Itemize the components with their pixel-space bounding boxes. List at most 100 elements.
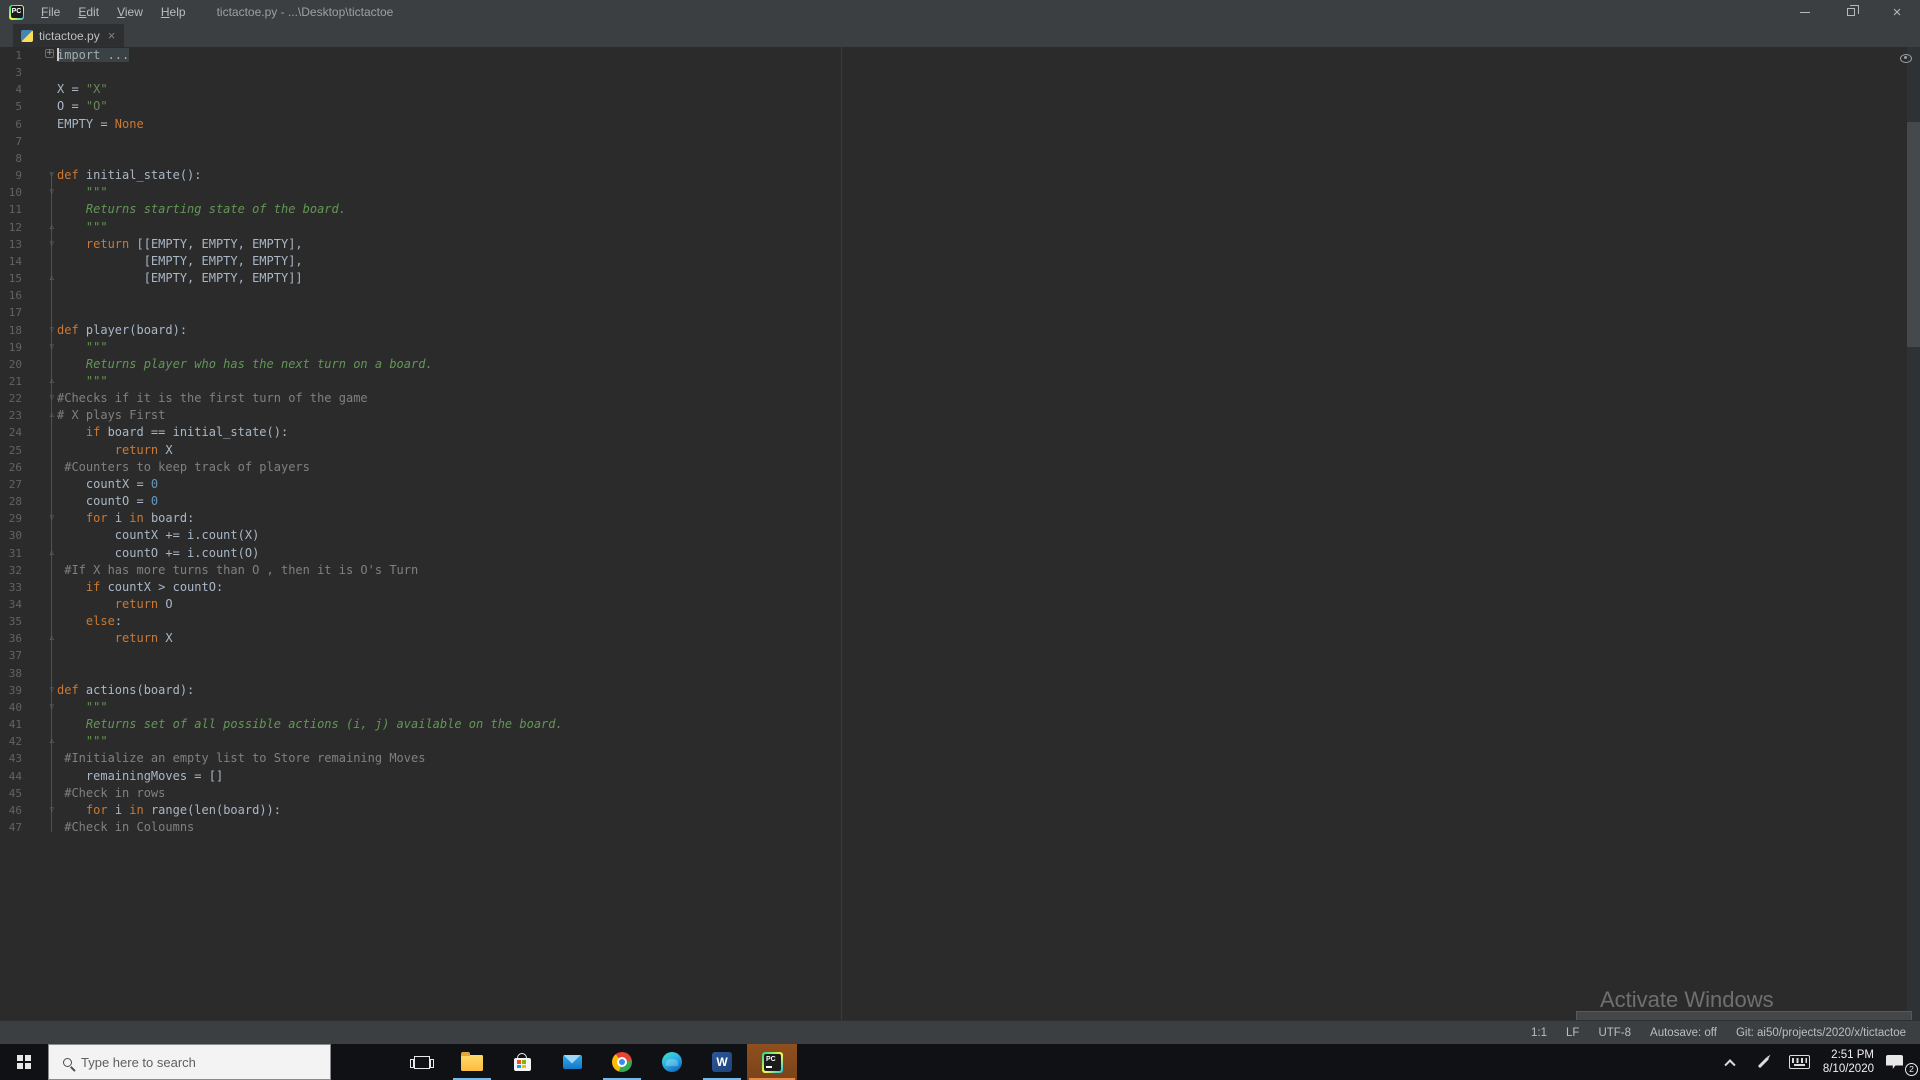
code-line-11[interactable]: 11 Returns starting state of the board. [0, 201, 1910, 218]
taskbar-file-explorer[interactable] [447, 1044, 497, 1080]
taskbar-microsoft-store[interactable] [497, 1044, 547, 1080]
close-button[interactable]: × [1874, 0, 1920, 24]
code-line-8[interactable]: 8 [0, 150, 1910, 167]
restore-button[interactable] [1828, 0, 1874, 24]
code-line-46[interactable]: 46 ▿ for i in range(len(board)): [0, 802, 1910, 819]
editor-scrollbar-track[interactable] [1907, 47, 1920, 1020]
fold-marker-icon[interactable]: ▵ [22, 545, 57, 562]
fold-marker-icon[interactable]: ▿ [22, 167, 57, 184]
fold-marker-icon[interactable]: ▵ [22, 270, 57, 287]
fold-marker-icon[interactable]: ▿ [22, 236, 57, 253]
fold-marker-icon[interactable]: ▿ [22, 184, 57, 201]
code-text: def initial_state(): [57, 168, 202, 183]
taskbar-search[interactable] [48, 1044, 331, 1080]
code-line-10[interactable]: 10 ▿ """ [0, 184, 1910, 201]
fold-marker-icon[interactable]: ▿ [22, 322, 57, 339]
action-center-button[interactable]: 2 [1878, 1044, 1920, 1080]
taskbar-word[interactable]: W [697, 1044, 747, 1080]
taskbar-edge[interactable] [647, 1044, 697, 1080]
code-line-22[interactable]: 22 ▿ #Checks if it is the first turn of th… [0, 390, 1910, 407]
fold-marker-icon[interactable]: ▿ [22, 510, 57, 527]
code-line-33[interactable]: 33 if countX > countO: [0, 579, 1910, 596]
menu-view[interactable]: View [108, 0, 152, 24]
menu-edit[interactable]: Edit [69, 0, 108, 24]
taskbar-mail[interactable] [547, 1044, 597, 1080]
code-line-6[interactable]: 6 EMPTY = None [0, 116, 1910, 133]
menu-file[interactable]: File [32, 0, 69, 24]
code-line-27[interactable]: 27 countX = 0 [0, 476, 1910, 493]
code-line-32[interactable]: 32 #If X has more turns than O , then it… [0, 562, 1910, 579]
code-line-30[interactable]: 30 countX += i.count(X) [0, 527, 1910, 544]
code-line-40[interactable]: 40 ▿ """ [0, 699, 1910, 716]
windows-ink-button[interactable] [1747, 1044, 1781, 1080]
code-line-18[interactable]: 18 ▿ def player(board): [0, 322, 1910, 339]
code-editor[interactable]: 1 + import ... 3 4 X = "X" 5 O = "O" 6 EMPTY = No… [0, 47, 1920, 1020]
code-text: #Initialize an empty list to Store remai… [57, 751, 426, 766]
fold-marker-icon[interactable]: ▿ [22, 699, 57, 716]
status-autosave[interactable]: Autosave: off [1650, 1027, 1717, 1039]
fold-marker-icon[interactable]: ▿ [22, 682, 57, 699]
status-encoding[interactable]: UTF-8 [1598, 1027, 1631, 1039]
code-line-38[interactable]: 38 [0, 665, 1910, 682]
code-line-34[interactable]: 34 return O [0, 596, 1910, 613]
clock[interactable]: 2:51 PM 8/10/2020 [1819, 1044, 1878, 1080]
code-line-1[interactable]: 1 + import ... [0, 47, 1910, 64]
status-caret-position[interactable]: 1:1 [1531, 1027, 1547, 1039]
status-git-branch[interactable]: Git: ai50/projects/2020/x/tictactoe [1736, 1027, 1906, 1039]
taskbar-pycharm[interactable]: PC [747, 1044, 797, 1080]
code-line-31[interactable]: 31 ▵ countO += i.count(O) [0, 545, 1910, 562]
status-line-separator[interactable]: LF [1566, 1027, 1579, 1039]
taskbar-chrome[interactable] [597, 1044, 647, 1080]
code-line-28[interactable]: 28 countO = 0 [0, 493, 1910, 510]
code-line-36[interactable]: 36 ▵ return X [0, 630, 1910, 647]
search-input[interactable] [81, 1054, 301, 1070]
fold-marker-icon[interactable]: ▵ [22, 407, 57, 424]
menu-help[interactable]: Help [152, 0, 195, 24]
fold-marker-icon[interactable]: ▵ [22, 630, 57, 647]
fold-marker-icon[interactable]: + [22, 47, 57, 64]
fold-marker-icon[interactable]: ▿ [22, 802, 57, 819]
code-line-15[interactable]: 15 ▵ [EMPTY, EMPTY, EMPTY]] [0, 270, 1910, 287]
code-line-17[interactable]: 17 [0, 304, 1910, 321]
code-line-23[interactable]: 23 ▵ # X plays First [0, 407, 1910, 424]
code-line-5[interactable]: 5 O = "O" [0, 98, 1910, 115]
fold-marker-icon[interactable]: ▿ [22, 390, 57, 407]
code-line-7[interactable]: 7 [0, 133, 1910, 150]
code-line-35[interactable]: 35 else: [0, 613, 1910, 630]
code-line-24[interactable]: 24 if board == initial_state(): [0, 424, 1910, 441]
fold-marker-icon[interactable]: ▵ [22, 733, 57, 750]
code-line-12[interactable]: 12 ▵ """ [0, 219, 1910, 236]
code-line-39[interactable]: 39 ▿ def actions(board): [0, 682, 1910, 699]
code-line-26[interactable]: 26 #Counters to keep track of players [0, 459, 1910, 476]
task-view-button[interactable] [397, 1044, 447, 1080]
code-line-21[interactable]: 21 ▵ """ [0, 373, 1910, 390]
code-line-4[interactable]: 4 X = "X" [0, 81, 1910, 98]
code-line-25[interactable]: 25 return X [0, 442, 1910, 459]
show-hidden-icons-button[interactable] [1713, 1044, 1747, 1080]
fold-marker-icon[interactable]: ▵ [22, 219, 57, 236]
code-line-29[interactable]: 29 ▿ for i in board: [0, 510, 1910, 527]
tab-close-icon[interactable]: × [108, 28, 116, 43]
inspections-widget[interactable] [1897, 51, 1915, 65]
code-line-44[interactable]: 44 remainingMoves = [] [0, 768, 1910, 785]
fold-marker-icon[interactable]: ▵ [22, 373, 57, 390]
editor-scrollbar-thumb[interactable] [1907, 122, 1920, 347]
touch-keyboard-button[interactable] [1781, 1044, 1819, 1080]
code-line-45[interactable]: 45 #Check in rows [0, 785, 1910, 802]
code-line-13[interactable]: 13 ▿ return [[EMPTY, EMPTY, EMPTY], [0, 236, 1910, 253]
code-line-20[interactable]: 20 Returns player who has the next turn … [0, 356, 1910, 373]
code-line-14[interactable]: 14 [EMPTY, EMPTY, EMPTY], [0, 253, 1910, 270]
code-line-37[interactable]: 37 [0, 647, 1910, 664]
code-line-41[interactable]: 41 Returns set of all possible actions (… [0, 716, 1910, 733]
code-line-16[interactable]: 16 [0, 287, 1910, 304]
code-line-47[interactable]: 47 #Check in Coloumns [0, 819, 1910, 836]
code-line-3[interactable]: 3 [0, 64, 1910, 81]
start-button[interactable] [0, 1044, 48, 1080]
code-line-42[interactable]: 42 ▵ """ [0, 733, 1910, 750]
fold-marker-icon[interactable]: ▿ [22, 339, 57, 356]
code-line-43[interactable]: 43 #Initialize an empty list to Store re… [0, 750, 1910, 767]
code-line-9[interactable]: 9 ▿ def initial_state(): [0, 167, 1910, 184]
minimize-button[interactable] [1782, 0, 1828, 24]
code-line-19[interactable]: 19 ▿ """ [0, 339, 1910, 356]
tab-tictactoe[interactable]: tictactoe.py × [13, 24, 125, 47]
